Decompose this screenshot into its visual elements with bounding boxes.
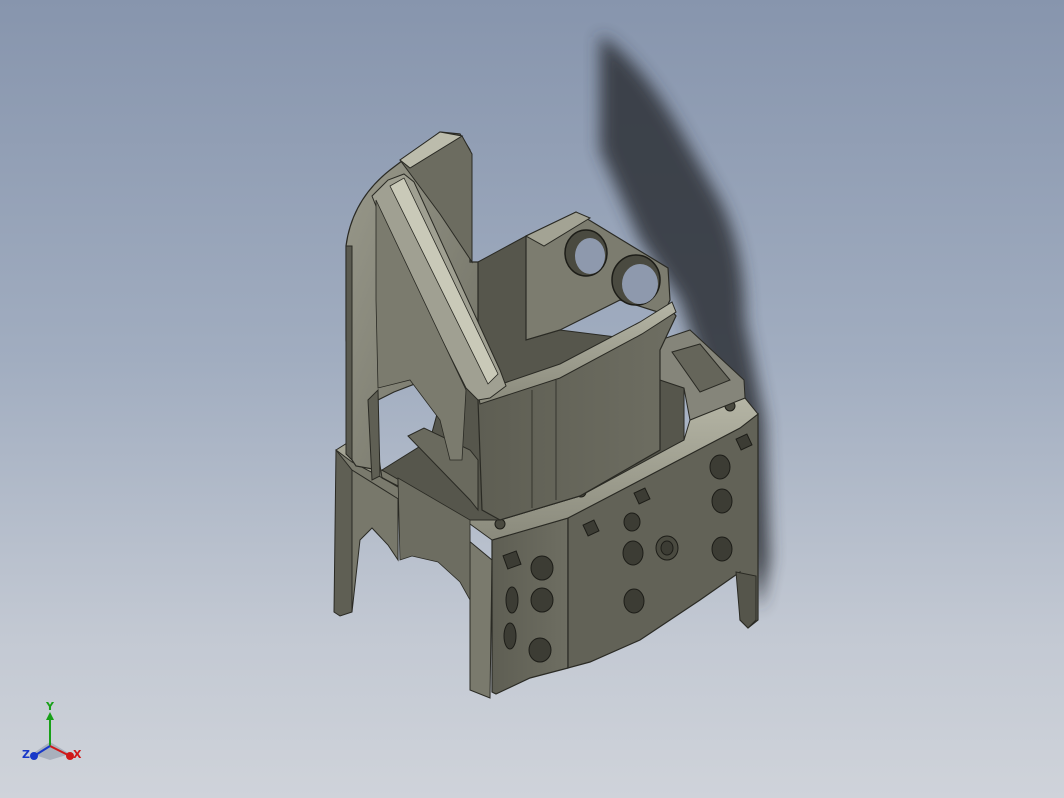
hole (623, 588, 645, 614)
axis-triad[interactable]: Y X Z (18, 700, 88, 770)
hole (530, 555, 554, 581)
y-arrow-icon (46, 712, 54, 720)
round-opening (622, 264, 658, 304)
z-arrow-icon (30, 752, 38, 760)
triad-z-label: Z (22, 748, 30, 761)
3d-viewport[interactable]: Y X Z (0, 0, 1064, 798)
front-left-panel[interactable] (491, 517, 569, 695)
triad-y-label: Y (46, 700, 54, 713)
triad-x-label: X (73, 748, 82, 761)
hole (711, 488, 733, 514)
hole (622, 540, 644, 566)
hole (623, 512, 641, 532)
hole (528, 637, 552, 663)
hole (711, 536, 733, 562)
hole (530, 587, 554, 613)
hole (505, 586, 519, 614)
model-scene[interactable] (0, 0, 1064, 798)
round-opening (575, 238, 605, 274)
hole (503, 622, 517, 650)
hole (709, 454, 731, 480)
hole (660, 540, 674, 556)
